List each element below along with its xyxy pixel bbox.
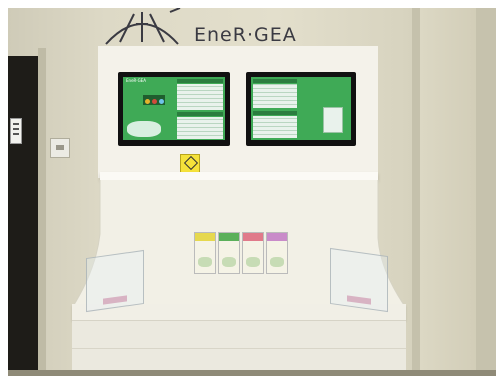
brochure-purple[interactable] (266, 232, 288, 274)
leaflet-stack (103, 295, 127, 305)
floor (8, 370, 496, 376)
photo-scene: EneR·GEA EneR·GEA (8, 8, 496, 376)
counter-seam (72, 348, 406, 349)
brochure-green[interactable] (218, 232, 240, 274)
leaflet-stack (347, 295, 371, 305)
acrylic-holder-right[interactable] (330, 247, 388, 313)
acrylic-holder-left[interactable] (86, 249, 144, 313)
brochure-yellow[interactable] (194, 232, 216, 274)
brochure-pink[interactable] (242, 232, 264, 274)
